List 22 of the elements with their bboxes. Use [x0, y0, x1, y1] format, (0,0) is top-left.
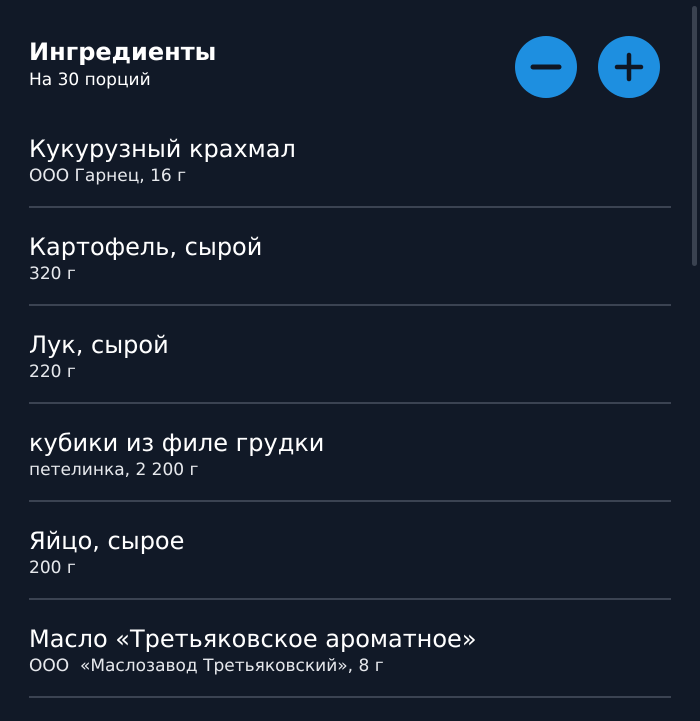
section-title: Ингредиенты — [29, 37, 216, 68]
ingredient-row[interactable]: Яйцо, сырое 200 г — [29, 502, 671, 600]
ingredient-row[interactable]: Лук, сырой 220 г — [29, 306, 671, 404]
ingredient-amount: ООО Гарнец, 16 г — [29, 165, 188, 188]
ingredient-amount: 200 г — [29, 557, 77, 580]
ingredient-name: Масло «Третьяковское ароматное» — [29, 624, 478, 654]
ingredient-name: кубики из филе грудки — [29, 428, 326, 458]
ingredient-row[interactable]: кубики из филе грудки петелинка, 2 200 г — [29, 404, 671, 502]
minus-icon — [530, 64, 562, 70]
ingredient-amount: 220 г — [29, 361, 77, 384]
ingredient-name: Кукурузный крахмал — [29, 134, 297, 164]
ingredient-name: Лук, сырой — [29, 330, 170, 360]
ingredient-amount: петелинка, 2 200 г — [29, 459, 200, 482]
ingredient-name: Картофель, сырой — [29, 232, 264, 262]
plus-icon — [614, 52, 644, 82]
ingredient-amount: ООО «Маслозавод Третьяковский», 8 г — [29, 655, 385, 678]
servings-text: На 30 порций — [29, 69, 152, 92]
ingredient-amount: 320 г — [29, 263, 77, 286]
ingredient-name: Яйцо, сырое — [29, 526, 186, 556]
ingredient-row[interactable]: Картофель, сырой 320 г — [29, 208, 671, 306]
ingredient-row[interactable]: Масло «Третьяковское ароматное» ООО «Маслозавод Третьяковский», 8 г — [29, 600, 671, 698]
ingredient-row[interactable]: Кукурузный крахмал ООО Гарнец, 16 г — [29, 110, 671, 208]
